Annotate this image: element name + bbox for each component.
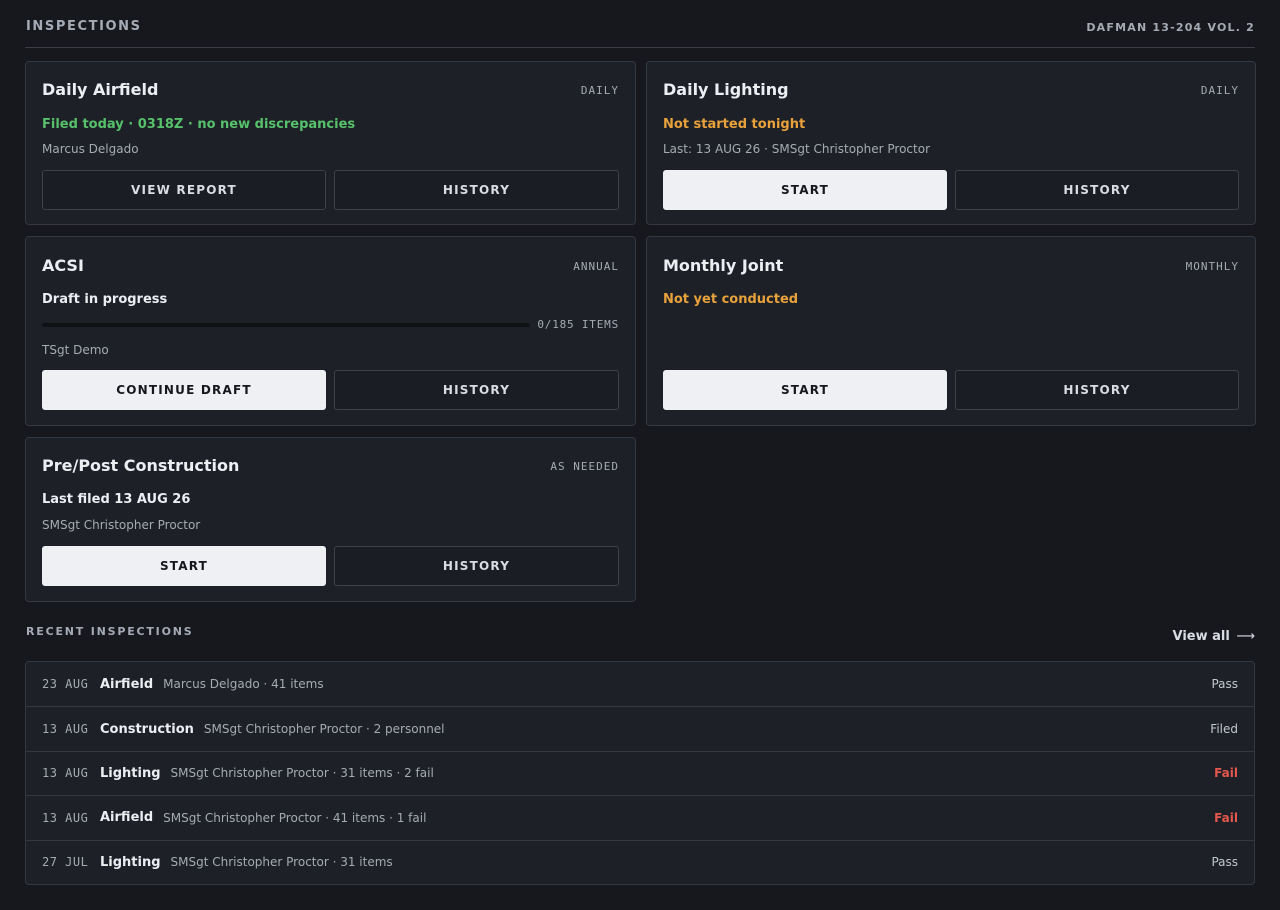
frequency-label: DAILY bbox=[580, 84, 619, 97]
row-type: Airfield bbox=[100, 676, 154, 692]
status-text: Draft in progress bbox=[42, 292, 168, 307]
regulation-reference: DAFMAN 13-204 VOL. 2 bbox=[1086, 21, 1255, 34]
history-button[interactable]: HISTORY bbox=[334, 170, 619, 210]
inspector-name: SMSgt Christopher Proctor bbox=[42, 518, 201, 532]
row-date: 23 AUG bbox=[42, 677, 89, 692]
card-daily-airfield: Daily Airfield DAILY Filed today · 0318Z… bbox=[25, 61, 636, 225]
card-daily-lighting: Daily Lighting DAILY Not started tonight… bbox=[646, 61, 1256, 225]
status-text: Filed today · 0318Z · no new discrepanci… bbox=[42, 117, 356, 132]
card-title: Pre/Post Construction bbox=[42, 456, 240, 475]
card-title: Monthly Joint bbox=[663, 256, 784, 275]
start-button[interactable]: START bbox=[663, 370, 947, 410]
view-report-button[interactable]: VIEW REPORT bbox=[42, 170, 326, 210]
row-date: 13 AUG bbox=[42, 810, 89, 825]
row-type: Construction bbox=[100, 721, 194, 737]
row-result: Fail bbox=[1214, 810, 1238, 825]
row-date: 27 JUL bbox=[42, 855, 89, 870]
row-description: Marcus Delgado · 41 items bbox=[163, 677, 324, 692]
table-row[interactable]: 13 AUG Construction SMSgt Christopher Pr… bbox=[26, 706, 1254, 750]
frequency-label: ANNUAL bbox=[573, 260, 619, 273]
recent-inspections-heading: RECENT INSPECTIONS bbox=[26, 625, 194, 638]
row-type: Lighting bbox=[100, 854, 161, 870]
row-description: SMSgt Christopher Proctor · 31 items bbox=[170, 855, 393, 870]
frequency-label: MONTHLY bbox=[1185, 260, 1239, 273]
card-title: Daily Airfield bbox=[42, 80, 159, 99]
start-button[interactable]: START bbox=[663, 170, 947, 210]
table-row[interactable]: 27 JUL Lighting SMSgt Christopher Procto… bbox=[26, 839, 1254, 884]
last-inspection-meta: Last: 13 AUG 26 · SMSgt Christopher Proc… bbox=[663, 142, 930, 156]
inspector-name: Marcus Delgado bbox=[42, 142, 139, 156]
card-construction: Pre/Post Construction AS NEEDED Last fil… bbox=[25, 437, 636, 602]
row-result: Fail bbox=[1214, 766, 1238, 781]
row-description: SMSgt Christopher Proctor · 31 items · 2… bbox=[170, 766, 434, 781]
inspector-name: TSgt Demo bbox=[42, 343, 109, 357]
arrow-right-icon: ⟶ bbox=[1236, 629, 1255, 644]
page-title: INSPECTIONS bbox=[26, 19, 142, 34]
table-row[interactable]: 23 AUG Airfield Marcus Delgado · 41 item… bbox=[26, 662, 1254, 706]
card-acsi: ACSI ANNUAL Draft in progress 0/185 ITEM… bbox=[25, 236, 636, 426]
history-button[interactable]: HISTORY bbox=[334, 546, 619, 586]
row-description: SMSgt Christopher Proctor · 2 personnel bbox=[203, 722, 445, 737]
recent-inspections-list: 23 AUG Airfield Marcus Delgado · 41 item… bbox=[25, 661, 1255, 885]
row-type: Lighting bbox=[100, 765, 161, 781]
card-title: Daily Lighting bbox=[663, 80, 789, 99]
table-row[interactable]: 13 AUG Airfield SMSgt Christopher Procto… bbox=[26, 795, 1254, 839]
progress-bar bbox=[42, 323, 530, 327]
row-result: Pass bbox=[1211, 677, 1238, 692]
history-button[interactable]: HISTORY bbox=[955, 170, 1239, 210]
row-description: SMSgt Christopher Proctor · 41 items · 1… bbox=[163, 810, 427, 825]
inspections-page: INSPECTIONS DAFMAN 13-204 VOL. 2 Daily A… bbox=[0, 0, 1280, 910]
status-text: Not yet conducted bbox=[663, 292, 799, 307]
view-all-link[interactable]: View all ⟶ bbox=[1173, 629, 1256, 644]
continue-draft-button[interactable]: CONTINUE DRAFT bbox=[42, 370, 326, 410]
frequency-label: DAILY bbox=[1200, 84, 1239, 97]
row-result: Filed bbox=[1210, 722, 1238, 737]
status-text: Last filed 13 AUG 26 bbox=[42, 492, 191, 507]
status-text: Not started tonight bbox=[663, 117, 806, 132]
view-all-label: View all bbox=[1172, 629, 1230, 644]
row-result: Pass bbox=[1211, 855, 1238, 870]
frequency-label: AS NEEDED bbox=[550, 460, 619, 473]
page-header: INSPECTIONS DAFMAN 13-204 VOL. 2 bbox=[25, 0, 1255, 48]
start-button[interactable]: START bbox=[42, 546, 326, 586]
history-button[interactable]: HISTORY bbox=[955, 370, 1239, 410]
row-date: 13 AUG bbox=[42, 766, 89, 781]
table-row[interactable]: 13 AUG Lighting SMSgt Christopher Procto… bbox=[26, 750, 1254, 795]
card-monthly-joint: Monthly Joint MONTHLY Not yet conducted … bbox=[646, 236, 1256, 426]
card-title: ACSI bbox=[42, 256, 84, 275]
row-date: 13 AUG bbox=[42, 722, 89, 737]
row-type: Airfield bbox=[100, 810, 154, 826]
history-button[interactable]: HISTORY bbox=[334, 370, 619, 410]
progress-label: 0/185 ITEMS bbox=[537, 318, 619, 331]
